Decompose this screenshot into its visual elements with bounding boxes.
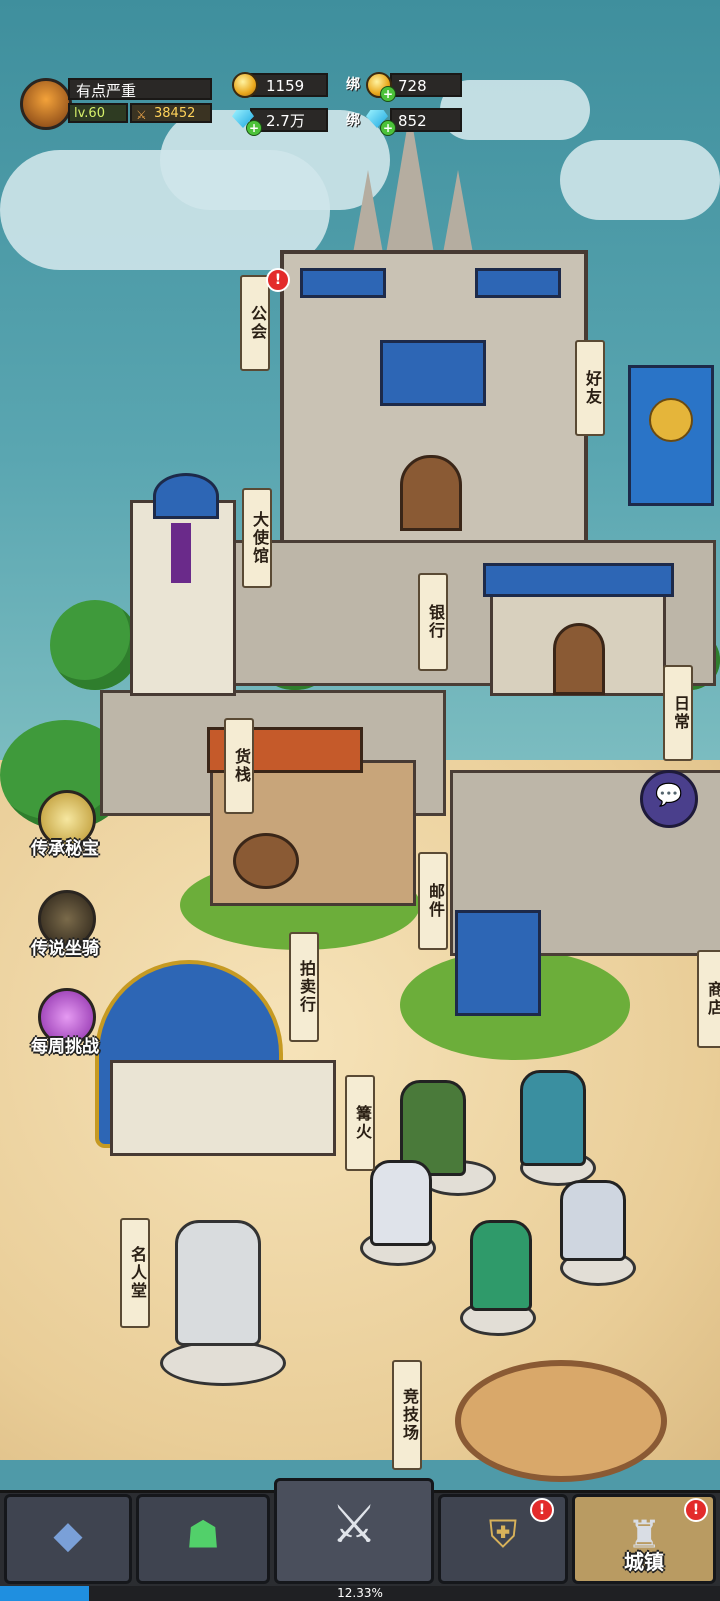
embassy-tower[interactable]	[130, 473, 236, 696]
dwarf-hero[interactable]	[560, 1180, 626, 1261]
tab-town-label: 城镇	[624, 1550, 664, 1574]
gold-coin-icon	[232, 72, 258, 98]
diamond-value: 2.7万	[266, 112, 305, 130]
tab-heroes[interactable]: ☗	[136, 1494, 270, 1584]
progress-bar: 12.33%	[0, 1586, 720, 1601]
inn-banner[interactable]: 货栈	[224, 718, 254, 814]
embassy-crystal	[171, 523, 191, 583]
bound-diamond-value: 852	[398, 112, 427, 130]
lion-crest-icon	[649, 398, 693, 442]
add-diamond-icon[interactable]: +	[246, 120, 262, 136]
castle-roof	[475, 268, 561, 298]
bonfire-banner[interactable]: 篝火	[345, 1075, 375, 1171]
player-name: 有点严重	[68, 78, 212, 100]
player-avatar[interactable]	[20, 78, 72, 130]
tab-guild-hall-badge: !	[530, 1498, 554, 1522]
bank-building[interactable]	[483, 563, 674, 696]
add-bound-gold-icon[interactable]: +	[380, 86, 396, 102]
add-bound-diamond-icon[interactable]: +	[380, 120, 396, 136]
progress-text: 12.33%	[337, 1586, 383, 1600]
lion-banner	[628, 365, 714, 506]
chat-button[interactable]: 💬	[640, 770, 698, 828]
crossed-swords-icon: ⚔	[136, 108, 147, 122]
legendary-mount-label: 传说坐骑	[31, 939, 99, 959]
barrel	[233, 833, 299, 889]
power-value: 38452	[154, 106, 196, 121]
bound-gold-label: 绑	[346, 77, 360, 93]
tab-battle[interactable]: ⚔	[274, 1478, 434, 1584]
hooded-hero-icon: ☗	[185, 1512, 221, 1557]
castle-door	[400, 455, 462, 531]
legendary-mount-button[interactable]: 传说坐骑	[10, 890, 120, 960]
weekly-challenge-button[interactable]: 每周挑战	[10, 988, 120, 1058]
elf-hero[interactable]	[470, 1220, 532, 1311]
gold-value: 1159	[266, 77, 305, 95]
guild-hall-icon: ⛨	[488, 1512, 518, 1556]
guild-alert-badge: !	[266, 268, 290, 292]
weekly-challenge-label: 每周挑战	[31, 1037, 99, 1057]
bank-roof	[483, 563, 674, 597]
guild-banner[interactable]: 公会	[240, 275, 270, 371]
tab-town-badge: !	[684, 1498, 708, 1522]
shop-banner[interactable]: 商店	[697, 950, 720, 1048]
paladin-hero[interactable]	[370, 1160, 432, 1246]
cloud	[440, 80, 590, 140]
mail-banner[interactable]: 邮件	[418, 852, 448, 950]
knight-hero[interactable]	[520, 1070, 586, 1166]
bank-door	[553, 623, 605, 695]
bound-diamond-counter[interactable]: 852	[390, 108, 462, 132]
castle-roof	[380, 340, 486, 406]
mailbox[interactable]	[455, 910, 541, 1016]
bank-banner[interactable]: 银行	[418, 573, 448, 671]
tab-rune[interactable]: ◆	[4, 1494, 132, 1584]
embassy-dome	[153, 473, 219, 519]
hall-of-fame-banner[interactable]: 名人堂	[120, 1218, 150, 1328]
bound-gold-value: 728	[398, 77, 427, 95]
legacy-treasure-label: 传承秘宝	[31, 839, 99, 859]
temple-base	[110, 1060, 336, 1156]
statue-base	[160, 1340, 286, 1386]
player-level: lv.60	[68, 103, 128, 123]
hall-of-fame-statue[interactable]	[175, 1220, 261, 1346]
daily-banner[interactable]: 日常	[663, 665, 693, 761]
auction-banner[interactable]: 拍卖行	[289, 932, 319, 1042]
rune-stone-icon: ◆	[53, 1512, 83, 1557]
gold-counter[interactable]: 1159	[250, 73, 328, 97]
crossed-swords-icon: ⚔	[330, 1495, 378, 1555]
bound-diamond-label: 绑	[346, 113, 360, 129]
bound-gold-counter[interactable]: 728	[390, 73, 462, 97]
cloud	[560, 140, 720, 220]
player-power: ⚔ 38452	[130, 103, 212, 123]
tree	[50, 600, 140, 690]
embassy-banner[interactable]: 大使馆	[242, 488, 272, 588]
friends-banner[interactable]: 好友	[575, 340, 605, 436]
arena-banner[interactable]: 竞技场	[392, 1360, 422, 1470]
chat-bubble-icon: 💬	[655, 783, 683, 808]
legacy-treasure-button[interactable]: 传承秘宝	[10, 790, 120, 860]
castle-roof	[300, 268, 386, 298]
arena[interactable]	[455, 1360, 667, 1482]
